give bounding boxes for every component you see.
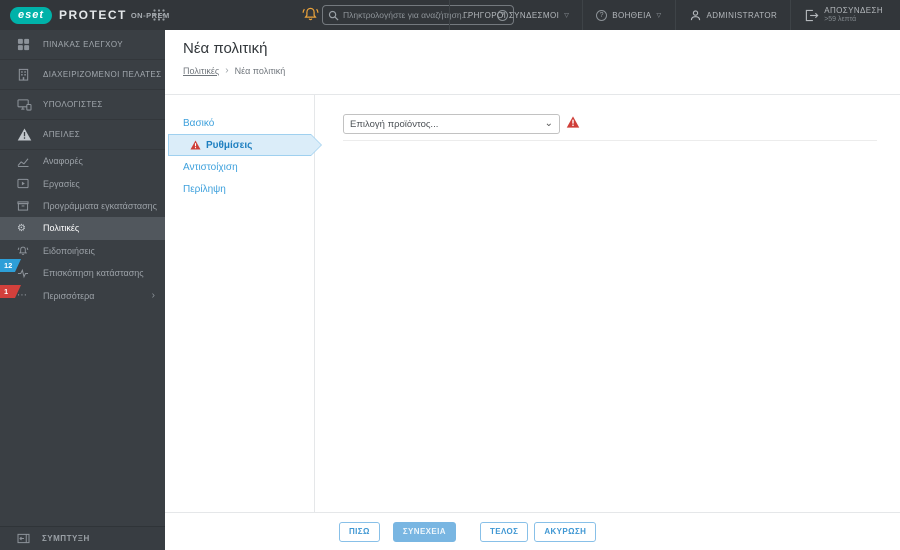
product-select-value: Επιλογή προϊόντος... xyxy=(350,118,439,130)
logout-timer: >59 λεπτά xyxy=(824,15,857,23)
sidebar-item-threats[interactable]: ΑΠΕΙΛΕΣ xyxy=(0,120,165,150)
sidebar-item-dashboard[interactable]: ΠΙΝΑΚΑΣ ΕΛΕΓΧΟΥ xyxy=(0,30,165,60)
policies-gear-icon: ⚙ xyxy=(17,222,26,234)
quick-links-menu[interactable]: ΓΡΗΓΟΡΟΙ ΣΥΝΔΕΣΜΟΙ ▽ xyxy=(449,0,582,30)
main-area: Νέα πολιτική Πολιτικές › Νέα πολιτική Βα… xyxy=(165,30,900,550)
wizard-step-settings[interactable]: Ρυθμίσεις xyxy=(165,134,322,156)
more-icon: ⋯ xyxy=(17,290,27,302)
sidebar-item-label: Ειδοποιήσεις xyxy=(43,245,95,256)
sidebar-item-label: Πολιτικές xyxy=(43,223,80,234)
finish-button[interactable]: ΤΕΛΟΣ xyxy=(479,521,529,542)
threats-icon xyxy=(17,128,42,141)
cancel-button[interactable]: ΑΚΥΡΩΣΗ xyxy=(534,521,597,542)
sidebar-item-label: Επισκόπηση κατάστασης xyxy=(43,268,144,279)
sidebar-item-label: ΠΙΝΑΚΑΣ ΕΛΕΓΧΟΥ xyxy=(43,40,124,49)
help-label: ΒΟΗΘΕΙΑ xyxy=(612,10,652,20)
dashboard-icon xyxy=(17,38,42,51)
sidebar-item-policies[interactable]: ⚙ Πολιτικές xyxy=(0,217,165,240)
top-bar: eset PROTECT ON-PREM ? ΓΡΗΓΟΡΟΙ ΣΥΝΔΕΣΜΟ… xyxy=(0,0,900,30)
sidebar-item-computers[interactable]: ΥΠΟΛΟΓΙΣΤΕΣ xyxy=(0,90,165,120)
computers-icon xyxy=(17,98,42,111)
sidebar-item-managed-clients[interactable]: ΔΙΑΧΕΙΡΙΖΟΜΕΝΟΙ ΠΕΛΑΤΕΣ xyxy=(0,60,165,90)
sidebar: ΠΙΝΑΚΑΣ ΕΛΕΓΧΟΥ ΔΙΑΧΕΙΡΙΖΟΜΕΝΟΙ ΠΕΛΑΤΕΣ … xyxy=(0,30,165,550)
breadcrumb-link-policies[interactable]: Πολιτικές xyxy=(183,66,219,76)
logout-label: ΑΠΟΣΥΝΔΕΣΗ xyxy=(824,5,883,15)
product-name: PROTECT xyxy=(59,8,127,22)
status-overview-icon xyxy=(17,268,42,279)
chevron-down-icon: ▽ xyxy=(564,12,570,19)
sidebar-item-tasks[interactable]: Εργασίες xyxy=(0,172,165,194)
user-menu[interactable]: ADMINISTRATOR xyxy=(674,0,791,30)
chevron-right-icon: › xyxy=(151,290,155,302)
step-label: Περίληψη xyxy=(183,183,226,195)
breadcrumb: Πολιτικές › Νέα πολιτική xyxy=(183,65,900,76)
collapse-panel-icon xyxy=(17,533,42,544)
managed-clients-icon xyxy=(17,68,42,81)
quick-links-label: ΓΡΗΓΟΡΟΙ ΣΥΝΔΕΣΜΟΙ xyxy=(463,10,560,20)
validation-warning-icon xyxy=(566,116,580,128)
user-label: ADMINISTRATOR xyxy=(706,10,778,20)
breadcrumb-separator-icon: › xyxy=(225,65,229,76)
wizard-step-nav: Βασικό Ρυθμίσεις Αντιστοίχιση Περίληψη xyxy=(165,95,315,512)
app-grid-icon[interactable] xyxy=(152,8,166,22)
sidebar-item-installers[interactable]: Προγράμματα εγκατάστασης xyxy=(0,195,165,217)
page-header: Νέα πολιτική Πολιτικές › Νέα πολιτική xyxy=(165,30,900,95)
sidebar-item-reports[interactable]: Αναφορές xyxy=(0,150,165,172)
page-title: Νέα πολιτική xyxy=(183,40,268,57)
notifications-icon xyxy=(17,245,42,257)
step-label: Βασικό xyxy=(183,117,215,129)
sidebar-collapse-button[interactable]: ΣΥΜΠΤΥΞΗ xyxy=(0,526,165,550)
wizard-step-summary[interactable]: Περίληψη xyxy=(165,178,314,200)
wizard-step-basic[interactable]: Βασικό xyxy=(165,112,314,134)
product-select-dropdown[interactable]: Επιλογή προϊόντος... ⌄ xyxy=(343,114,560,134)
sidebar-item-notifications[interactable]: Ειδοποιήσεις xyxy=(0,240,165,262)
brand-logo[interactable]: eset PROTECT ON-PREM xyxy=(10,0,170,30)
step-label: Ρυθμίσεις xyxy=(206,139,253,151)
collapse-label: ΣΥΜΠΤΥΞΗ xyxy=(42,534,90,543)
warning-icon xyxy=(190,140,201,150)
sidebar-item-status-overview[interactable]: Επισκόπηση κατάστασης xyxy=(0,262,165,284)
reports-icon xyxy=(17,156,42,167)
sidebar-item-label: Περισσότερα xyxy=(43,290,95,301)
top-menu: ΓΡΗΓΟΡΟΙ ΣΥΝΔΕΣΜΟΙ ▽ ? ΒΟΗΘΕΙΑ ▽ ADMINIS… xyxy=(449,0,896,30)
sidebar-item-label: ΑΠΕΙΛΕΣ xyxy=(43,130,81,139)
sidebar-item-label: ΥΠΟΛΟΓΙΣΤΕΣ xyxy=(43,100,103,109)
eset-logo: eset xyxy=(10,6,52,24)
sidebar-item-label: Προγράμματα εγκατάστασης xyxy=(43,200,157,211)
wizard-footer: ΠΙΣΩ ΣΥΝΕΧΕΙΑ ΤΕΛΟΣ ΑΚΥΡΩΣΗ xyxy=(165,512,900,550)
logout-icon xyxy=(804,9,819,22)
sidebar-item-label: Αναφορές xyxy=(43,156,83,167)
installers-icon xyxy=(17,200,42,212)
continue-button[interactable]: ΣΥΝΕΧΕΙΑ xyxy=(392,521,456,542)
sidebar-item-more[interactable]: ⋯ Περισσότερα › xyxy=(0,284,165,306)
step-label: Αντιστοίχιση xyxy=(183,161,238,173)
notifications-bell-icon[interactable] xyxy=(301,5,320,24)
wizard-step-assign[interactable]: Αντιστοίχιση xyxy=(165,156,314,178)
search-icon xyxy=(328,10,339,21)
help-icon: ? xyxy=(596,9,608,21)
wizard-content: Επιλογή προϊόντος... ⌄ xyxy=(315,95,900,512)
chevron-down-icon: ▽ xyxy=(656,12,662,19)
tasks-icon xyxy=(17,178,42,189)
logout-button[interactable]: ΑΠΟΣΥΝΔΕΣΗ >59 λεπτά xyxy=(790,0,896,30)
user-icon xyxy=(689,9,702,22)
content-divider xyxy=(343,140,877,141)
back-button[interactable]: ΠΙΣΩ xyxy=(339,521,380,542)
sidebar-item-label: ΔΙΑΧΕΙΡΙΖΟΜΕΝΟΙ ΠΕΛΑΤΕΣ xyxy=(43,70,162,79)
sidebar-item-label: Εργασίες xyxy=(43,178,80,189)
breadcrumb-current: Νέα πολιτική xyxy=(234,65,286,76)
help-menu[interactable]: ? ΒΟΗΘΕΙΑ ▽ xyxy=(582,0,674,30)
